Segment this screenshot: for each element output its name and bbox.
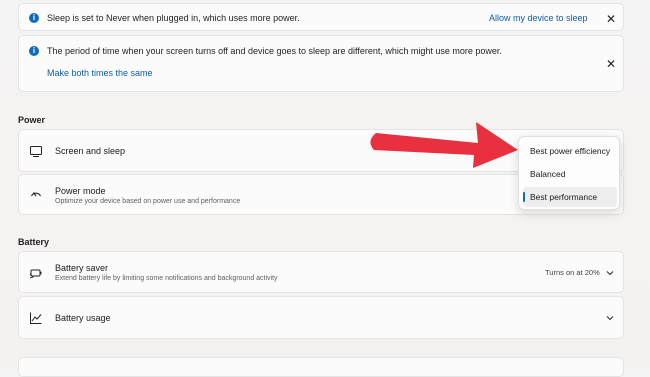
allow-device-sleep-link[interactable]: Allow my device to sleep [489, 13, 588, 23]
battery-saver-icon [29, 269, 42, 279]
banner-message: The period of time when your screen turn… [47, 46, 502, 56]
row-title: Screen and sleep [55, 146, 126, 156]
sleep-warning-banner: i Sleep is set to Never when plugged in,… [18, 3, 624, 31]
option-label: Best performance [530, 192, 598, 202]
selection-indicator [523, 192, 525, 202]
info-icon: i [29, 13, 39, 23]
row-title: Power mode [55, 186, 106, 196]
close-icon[interactable]: ✕ [605, 13, 617, 25]
power-section-heading: Power [18, 115, 46, 125]
sleep-mismatch-banner: i The period of time when your screen tu… [18, 35, 624, 92]
option-best-power-efficiency[interactable]: Best power efficiency [523, 141, 617, 161]
make-times-same-link[interactable]: Make both times the same [47, 68, 153, 78]
battery-section-heading: Battery [18, 237, 50, 247]
option-best-performance[interactable]: Best performance [523, 187, 617, 207]
row-title: Battery usage [55, 313, 111, 323]
info-icon: i [29, 46, 39, 56]
power-mode-dropdown[interactable]: Best power efficiency Balanced Best perf… [518, 136, 620, 210]
power-mode-icon [31, 192, 41, 197]
screen-sleep-icon [30, 146, 42, 157]
banner-message: Sleep is set to Never when plugged in, w… [47, 13, 300, 23]
close-icon[interactable]: ✕ [605, 58, 617, 70]
row-subtitle: Optimize your device based on power use … [55, 198, 241, 205]
chevron-down-icon[interactable] [605, 313, 615, 323]
next-settings-row[interactable] [18, 357, 624, 377]
battery-usage-row[interactable]: Battery usage [18, 296, 624, 339]
battery-saver-threshold: Turns on at 20% [545, 268, 600, 277]
battery-usage-icon [30, 312, 42, 324]
row-subtitle: Extend battery life by limiting some not… [55, 275, 278, 282]
option-balanced[interactable]: Balanced [523, 164, 617, 184]
chevron-down-icon[interactable] [605, 268, 615, 278]
battery-saver-row[interactable]: Battery saver Extend battery life by lim… [18, 251, 624, 293]
row-title: Battery saver [55, 263, 109, 273]
